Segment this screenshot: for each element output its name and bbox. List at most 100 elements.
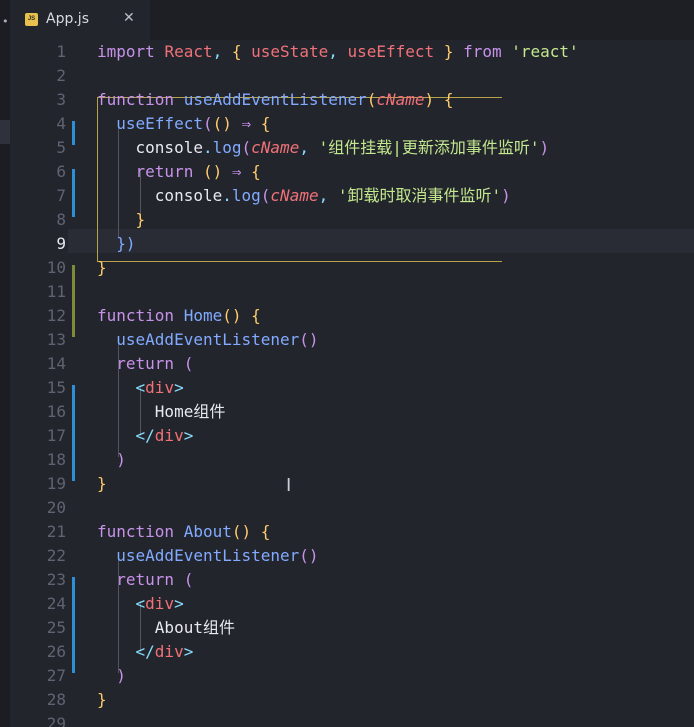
code-line[interactable]: 21 function About() {	[10, 520, 694, 544]
code-line[interactable]: 15 <div>	[10, 376, 694, 400]
code-line[interactable]: 23 return (	[10, 568, 694, 592]
code-line[interactable]: 22 useAddEventListener()	[10, 544, 694, 568]
code-line[interactable]: 1 import React, { useState, useEffect } f…	[10, 40, 694, 64]
code-token: log	[212, 138, 242, 157]
code-line[interactable]: 29	[10, 712, 694, 727]
line-number: 9	[56, 234, 66, 253]
code-token: 'react'	[511, 42, 579, 61]
code-text: <div>	[97, 376, 184, 400]
code-line[interactable]: 11	[10, 280, 694, 304]
code-line[interactable]: 3 function useAddEventListener(cName) {	[10, 88, 694, 112]
code-line[interactable]: 7 console.log(cName, '卸载时取消事件监听')	[10, 184, 694, 208]
line-number: 27	[46, 666, 66, 685]
code-text: console.log(cName, '组件挂载|更新添加事件监听')	[97, 136, 550, 160]
code-text: return (	[97, 568, 193, 592]
code-line[interactable]: 16 Home组件	[10, 400, 694, 424]
line-number: 11	[46, 282, 66, 301]
activity-dot-icon[interactable]: •	[2, 15, 9, 28]
line-number: 24	[46, 594, 66, 613]
code-token: return	[97, 570, 184, 589]
code-line[interactable]: 20	[10, 496, 694, 520]
code-editor-window: • JS App.js ✕ 1 import React, { useState,…	[0, 0, 694, 727]
code-token: function	[97, 90, 184, 109]
code-line[interactable]: 19}	[10, 472, 694, 496]
code-token: >	[183, 426, 194, 445]
code-token: ,	[318, 186, 338, 205]
code-line[interactable]: 5 console.log(cName, '组件挂载|更新添加事件监听')	[10, 136, 694, 160]
code-line[interactable]: 24 <div>	[10, 592, 694, 616]
code-token: ,	[328, 42, 348, 61]
text-cursor-icon: I	[286, 475, 292, 496]
code-token: cName	[251, 138, 300, 157]
code-line[interactable]: 17 </div>	[10, 424, 694, 448]
code-token: )	[501, 186, 511, 205]
line-number: 18	[46, 450, 66, 469]
code-line[interactable]: 27 )	[10, 664, 694, 688]
code-token: ()	[231, 522, 261, 541]
activity-bar: •	[0, 0, 10, 727]
code-token: (	[241, 138, 252, 157]
line-number: 1	[56, 42, 66, 61]
activity-indicator	[0, 120, 10, 144]
code-token: <	[97, 378, 146, 397]
code-token: )	[97, 666, 126, 685]
code-line[interactable]: 2	[10, 64, 694, 88]
code-text: return (	[97, 352, 193, 376]
code-token: ⇒	[231, 162, 252, 181]
code-text: function Home() {	[97, 304, 261, 328]
code-line[interactable]: 18 )	[10, 448, 694, 472]
code-token: }	[97, 258, 107, 277]
code-text: import React, { useState, useEffect } fr…	[97, 40, 579, 64]
code-token: console	[97, 186, 223, 205]
code-token: '组件挂载|更新添加事件监听'	[318, 138, 540, 157]
code-token: useAddEventListener	[97, 546, 300, 565]
code-text: )	[97, 448, 126, 472]
code-text: <div>	[97, 592, 184, 616]
javascript-file-icon: JS	[25, 13, 38, 26]
line-number: 2	[56, 66, 66, 85]
code-text: }	[97, 688, 107, 712]
code-token: return	[97, 354, 184, 373]
code-token: ()	[202, 162, 232, 181]
code-token: ,	[212, 42, 232, 61]
code-token: {	[251, 306, 261, 325]
code-text: return () ⇒ {	[97, 160, 261, 184]
line-number: 23	[46, 570, 66, 589]
code-line[interactable]: 9 })	[10, 232, 694, 256]
code-token: function	[97, 306, 184, 325]
code-token: })	[97, 234, 136, 253]
line-number: 19	[46, 474, 66, 493]
code-token: {	[443, 90, 454, 109]
code-token: console	[97, 138, 203, 157]
code-token: ()	[212, 114, 242, 133]
code-line[interactable]: 12 function Home() {	[10, 304, 694, 328]
code-token: Home	[183, 306, 223, 325]
code-token: (	[366, 90, 377, 109]
code-text: Home组件	[97, 400, 226, 424]
code-line[interactable]: 28}	[10, 688, 694, 712]
line-number: 3	[56, 90, 66, 109]
code-token: {	[251, 162, 261, 181]
code-line[interactable]: 8 }	[10, 208, 694, 232]
code-token: function	[97, 522, 184, 541]
code-token: (	[183, 570, 194, 589]
code-token: div	[154, 426, 184, 445]
code-line[interactable]: 14 return (	[10, 352, 694, 376]
editor-pane[interactable]: 1 import React, { useState, useEffect } f…	[10, 40, 694, 727]
code-line[interactable]: 13 useAddEventListener()	[10, 328, 694, 352]
code-line[interactable]: 6 return () ⇒ {	[10, 160, 694, 184]
code-line[interactable]: 26 </div>	[10, 640, 694, 664]
code-text: useEffect(() ⇒ {	[97, 112, 270, 136]
code-text: })	[97, 232, 136, 256]
close-icon[interactable]: ✕	[123, 9, 135, 27]
code-token: .	[202, 138, 213, 157]
code-token: (	[183, 354, 194, 373]
code-line[interactable]: 25 About组件	[10, 616, 694, 640]
code-line[interactable]: 10}	[10, 256, 694, 280]
code-token: )	[424, 90, 444, 109]
code-token: useAddEventListener	[97, 330, 300, 349]
tab-app-js[interactable]: JS App.js ✕	[10, 0, 150, 40]
code-text: useAddEventListener()	[97, 544, 318, 568]
code-token: {	[260, 522, 271, 541]
code-line[interactable]: 4 useEffect(() ⇒ {	[10, 112, 694, 136]
